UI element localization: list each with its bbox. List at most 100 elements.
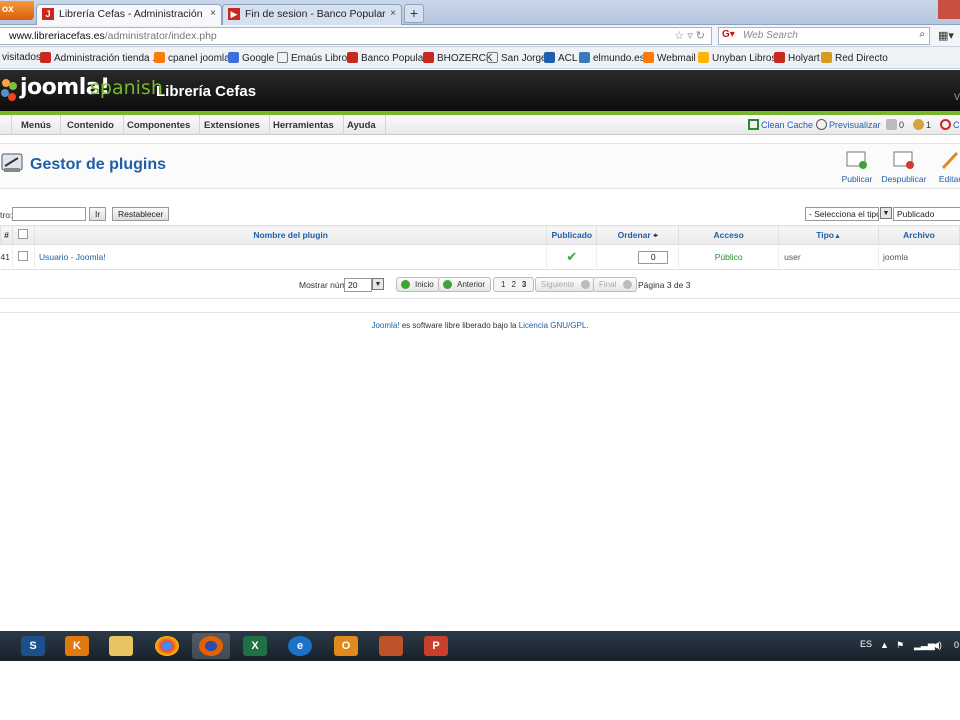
filter-input[interactable] xyxy=(12,207,86,221)
license-link[interactable]: Licencia GNU/GPL xyxy=(519,321,587,330)
next-button: Siguiente xyxy=(535,277,596,292)
close-tab-icon[interactable]: × xyxy=(210,8,216,19)
page-info: Página 3 de 3 xyxy=(638,280,691,290)
taskbar-explorer[interactable] xyxy=(102,633,140,659)
footer-text: es software libre liberado bajo la xyxy=(399,321,519,330)
menu-herramientas[interactable]: Herramientas xyxy=(264,115,344,135)
search-engine-icon[interactable]: G▾ xyxy=(722,29,735,40)
plugin-name-link[interactable]: Usuario - Joomla! xyxy=(34,244,548,270)
clock[interactable]: 0 xyxy=(954,640,959,650)
new-tab-button[interactable]: + xyxy=(404,4,424,23)
bookmark-item[interactable]: Emaús Libros xyxy=(277,52,352,64)
messages-link[interactable]: 0 xyxy=(886,119,904,130)
menu-extensiones[interactable]: Extensiones xyxy=(195,115,270,135)
menu-contenido[interactable]: Contenido xyxy=(58,115,124,135)
bookmark-item[interactable]: Banco Popular xyxy=(347,52,427,64)
url-bar[interactable]: www.libreriacefas.es/administrator/index… xyxy=(0,27,712,45)
logout-link[interactable]: C xyxy=(940,119,960,130)
tab-libreria-cefas[interactable]: J Librería Cefas - Administración × xyxy=(36,4,222,25)
order-input[interactable]: 0 xyxy=(638,250,669,264)
joomla-link[interactable]: Joomla! xyxy=(371,321,399,330)
taskbar-powerpoint[interactable]: P xyxy=(417,633,455,659)
bookmark-star-icon[interactable]: ☆ ▿ ↻ xyxy=(674,29,705,42)
chevron-down-icon[interactable]: ▼ xyxy=(880,207,892,219)
col-order-label: Ordenar xyxy=(617,229,651,240)
admin-menu-edge xyxy=(0,115,12,135)
select-all-checkbox[interactable] xyxy=(18,229,29,239)
menu-ayuda[interactable]: Ayuda xyxy=(338,115,386,135)
col-order[interactable]: Ordenar ⌖ xyxy=(596,225,680,245)
bookmark-item[interactable]: elmundo.es xyxy=(579,52,645,64)
row-select-cell xyxy=(12,244,35,270)
search-icon[interactable]: ⌕ xyxy=(919,29,925,40)
col-access[interactable]: Acceso xyxy=(678,225,780,245)
taskbar-excel[interactable]: X xyxy=(236,633,274,659)
bookmark-label: Unyban Libros xyxy=(712,53,777,64)
show-hidden-icons-icon[interactable]: ▲ xyxy=(880,640,889,650)
page-2-link[interactable]: 2 xyxy=(511,280,515,289)
access-link[interactable]: Público xyxy=(678,244,780,270)
bookmark-item[interactable]: Webmail xyxy=(643,52,696,64)
state-select[interactable]: Publicado xyxy=(893,207,960,221)
start-button[interactable]: Inicio xyxy=(396,277,440,292)
chevron-down-icon[interactable]: ▼ xyxy=(372,278,384,290)
users-online-link[interactable]: 1 xyxy=(913,119,931,130)
published-check-icon[interactable]: ✔ xyxy=(546,244,598,270)
firefox-menu-button[interactable]: ox xyxy=(0,1,34,20)
bookmark-item[interactable]: Google xyxy=(228,52,274,64)
volume-icon[interactable]: ◀) xyxy=(932,640,942,651)
col-file[interactable]: Archivo xyxy=(878,225,960,245)
reset-button[interactable]: Restablecer xyxy=(112,207,170,221)
taskbar-ie[interactable]: e xyxy=(281,633,319,659)
clean-cache-link[interactable]: Clean Cache xyxy=(748,119,813,130)
taskbar-chrome[interactable] xyxy=(148,633,186,659)
unpublish-button[interactable]: Despublicar xyxy=(879,150,929,184)
admin-menu: Menús Contenido Componentes Extensiones … xyxy=(0,115,960,135)
menu-menus[interactable]: Menús xyxy=(12,115,62,135)
flag-icon[interactable]: ⚑ xyxy=(896,640,904,651)
taskbar-firefox[interactable] xyxy=(192,633,230,659)
bookmark-item[interactable]: BHOZERCK xyxy=(423,52,493,64)
type-select[interactable]: - Selecciona el tipo - xyxy=(805,207,879,221)
col-type[interactable]: Tipo▲ xyxy=(778,225,880,245)
menu-componentes[interactable]: Componentes xyxy=(118,115,201,135)
limit-select[interactable]: 20 xyxy=(344,278,372,292)
search-input[interactable]: G▾ Web Search ⌕ xyxy=(718,27,930,45)
bookmark-item[interactable]: Holyart xyxy=(774,52,820,64)
logout-icon xyxy=(940,119,951,130)
page-1-link[interactable]: 1 xyxy=(501,280,505,289)
bookmark-label: Administración tienda ... xyxy=(54,53,161,64)
row-num: 41 xyxy=(0,244,13,270)
bookmark-item[interactable]: San Jorge xyxy=(487,52,547,64)
row-checkbox[interactable] xyxy=(18,251,29,261)
tab-banco-popular[interactable]: ▶ Fin de sesion - Banco Popular × xyxy=(222,4,402,25)
edit-button[interactable]: Editar xyxy=(925,150,960,184)
taskbar-outlook[interactable]: O xyxy=(327,633,365,659)
preview-link[interactable]: Previsualizar xyxy=(816,119,881,130)
bookmark-item[interactable]: ACL xyxy=(544,52,577,64)
close-tab-icon[interactable]: × xyxy=(390,8,396,19)
save-order-icon[interactable]: ⌖ xyxy=(653,230,658,240)
filter-bar: tro: Ir Restablecer - Selecciona el tipo… xyxy=(0,206,960,224)
language-indicator[interactable]: ES xyxy=(860,639,872,649)
bookmark-item[interactable]: Unyban Libros xyxy=(698,52,776,64)
taskbar-book[interactable] xyxy=(372,633,410,659)
site-name: Librería Cefas xyxy=(156,83,257,100)
taskbar-kt[interactable]: K xyxy=(58,633,96,659)
col-name[interactable]: Nombre del plugin xyxy=(33,225,548,245)
kt-icon: K xyxy=(65,636,89,656)
bookmark-item[interactable]: Administración tienda ... xyxy=(40,52,161,64)
bookmark-item[interactable]: Red Directo xyxy=(821,52,888,64)
previous-button[interactable]: Anterior xyxy=(438,277,492,292)
menu-icon[interactable]: ▦▾ xyxy=(938,29,954,42)
go-button[interactable]: Ir xyxy=(89,207,107,221)
bookmark-label: Banco Popular xyxy=(361,53,427,64)
bookmark-item[interactable]: visitados xyxy=(2,52,41,63)
col-published[interactable]: Publicado xyxy=(546,225,598,245)
bookmark-favicon-icon xyxy=(423,52,434,63)
bookmark-item[interactable]: cpanel joomla xyxy=(154,52,230,64)
taskbar-sitemaker[interactable]: S xyxy=(14,633,52,659)
window-close-button[interactable] xyxy=(938,0,960,19)
filter-label: tro: xyxy=(0,210,13,220)
publish-button[interactable]: Publicar xyxy=(832,150,882,184)
